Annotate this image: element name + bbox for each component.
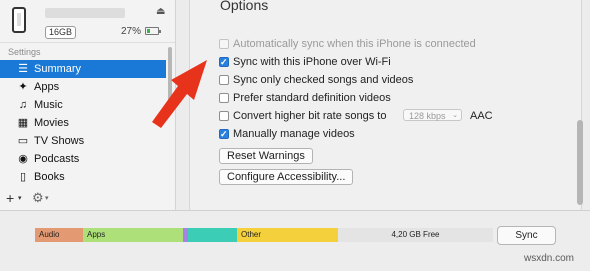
convert-bitrate-checkbox[interactable] bbox=[219, 111, 229, 121]
sidebar-item-tv-shows[interactable]: ▭ TV Shows bbox=[0, 132, 166, 150]
sidebar-scrollbar-thumb[interactable] bbox=[168, 47, 172, 102]
music-icon: ♫ bbox=[18, 99, 28, 111]
sidebar-scrollbar[interactable] bbox=[167, 45, 173, 195]
sidebar-item-label: Apps bbox=[34, 81, 60, 93]
capacity-segment-other: Other bbox=[237, 228, 338, 242]
sidebar-item-label: Books bbox=[34, 171, 65, 183]
prefer-sd-checkbox[interactable] bbox=[219, 93, 229, 103]
battery-icon bbox=[145, 27, 161, 35]
footer-bar: Audio Apps Other 4,20 GB Free Sync wsxdn… bbox=[0, 210, 590, 271]
main-scrollbar[interactable] bbox=[574, 0, 588, 210]
iphone-icon bbox=[12, 7, 26, 33]
reset-warnings-button[interactable]: Reset Warnings bbox=[219, 148, 313, 164]
bitrate-value: 128 kbps bbox=[409, 111, 446, 121]
sidebar-item-label: Movies bbox=[34, 117, 69, 129]
manual-manage-checkbox[interactable] bbox=[219, 127, 229, 141]
manual-manage-label[interactable]: Manually manage videos bbox=[233, 127, 355, 141]
bitrate-format-label: AAC bbox=[470, 110, 493, 122]
battery-percentage: 27% bbox=[121, 26, 142, 37]
sidebar-item-movies[interactable]: ▦ Movies bbox=[0, 114, 166, 132]
gear-icon[interactable]: ⚙ bbox=[32, 190, 44, 206]
capacity-segment-free: 4,20 GB Free bbox=[338, 228, 493, 242]
auto-sync-label: Automatically sync when this iPhone is c… bbox=[233, 38, 476, 50]
capacity-bar: Audio Apps Other 4,20 GB Free bbox=[35, 228, 493, 242]
settings-section-header: Settings bbox=[8, 47, 41, 57]
convert-bitrate-option[interactable]: Convert higher bit rate songs to 128 kbp… bbox=[219, 109, 519, 123]
capacity-segment-apps: Apps bbox=[83, 228, 183, 242]
bitrate-chevron-icon: ⌄ bbox=[452, 112, 458, 119]
capacity-segment-teal bbox=[188, 228, 237, 242]
watermark: wsxdn.com bbox=[524, 253, 575, 264]
sidebar-item-label: TV Shows bbox=[34, 135, 85, 147]
sync-wifi-checkbox[interactable] bbox=[219, 55, 229, 69]
device-capacity-badge: 16GB bbox=[45, 26, 77, 39]
sidebar-bottom-bar: + ▾ ⚙ ▾ bbox=[0, 188, 175, 210]
gear-menu-chevron-icon[interactable]: ▾ bbox=[45, 194, 49, 202]
tv-icon: ▭ bbox=[17, 135, 29, 147]
prefer-sd-label[interactable]: Prefer standard definition videos bbox=[233, 91, 391, 105]
sidebar: ⏏ 16GB 27% Settings ☰ Summary ✦ Apps ♫ M… bbox=[0, 0, 176, 210]
sidebar-item-books[interactable]: ▯ Books bbox=[0, 168, 166, 186]
sync-wifi-label[interactable]: Sync with this iPhone over Wi-Fi bbox=[233, 55, 391, 69]
convert-bitrate-label[interactable]: Convert higher bit rate songs to bbox=[233, 109, 386, 123]
books-icon: ▯ bbox=[19, 171, 27, 183]
podcasts-icon: ◉ bbox=[18, 153, 28, 165]
eject-icon[interactable]: ⏏ bbox=[156, 6, 165, 17]
options-panel: Options Automatically sync when this iPh… bbox=[189, 0, 582, 212]
sidebar-item-label: Podcasts bbox=[34, 153, 80, 165]
device-header[interactable]: ⏏ 16GB 27% bbox=[0, 0, 175, 43]
sidebar-item-music[interactable]: ♫ Music bbox=[0, 96, 166, 114]
add-icon[interactable]: + bbox=[6, 190, 14, 206]
movies-icon: ▦ bbox=[17, 117, 29, 129]
apps-icon: ✦ bbox=[18, 81, 28, 93]
summary-icon: ☰ bbox=[18, 63, 28, 75]
device-name-redacted bbox=[45, 8, 125, 18]
sidebar-nav: ☰ Summary ✦ Apps ♫ Music ▦ Movies ▭ TV S… bbox=[0, 60, 166, 186]
sidebar-item-apps[interactable]: ✦ Apps bbox=[0, 78, 166, 96]
bitrate-select: 128 kbps ⌄ bbox=[403, 109, 462, 121]
main-content: Options Automatically sync when this iPh… bbox=[176, 0, 590, 212]
sidebar-item-podcasts[interactable]: ◉ Podcasts bbox=[0, 150, 166, 168]
sync-button[interactable]: Sync bbox=[497, 226, 556, 245]
options-title: Options bbox=[220, 0, 269, 13]
sidebar-item-summary[interactable]: ☰ Summary bbox=[0, 60, 166, 78]
sync-checked-checkbox[interactable] bbox=[219, 75, 229, 85]
configure-accessibility-button[interactable]: Configure Accessibility... bbox=[219, 169, 354, 185]
sync-checked-label[interactable]: Sync only checked songs and videos bbox=[233, 73, 413, 87]
auto-sync-checkbox bbox=[219, 39, 229, 49]
sidebar-item-label: Summary bbox=[34, 63, 82, 75]
main-scrollbar-thumb[interactable] bbox=[577, 120, 583, 205]
add-menu-chevron-icon[interactable]: ▾ bbox=[18, 194, 22, 202]
sidebar-item-label: Music bbox=[34, 99, 63, 111]
capacity-segment-audio: Audio bbox=[35, 228, 83, 242]
